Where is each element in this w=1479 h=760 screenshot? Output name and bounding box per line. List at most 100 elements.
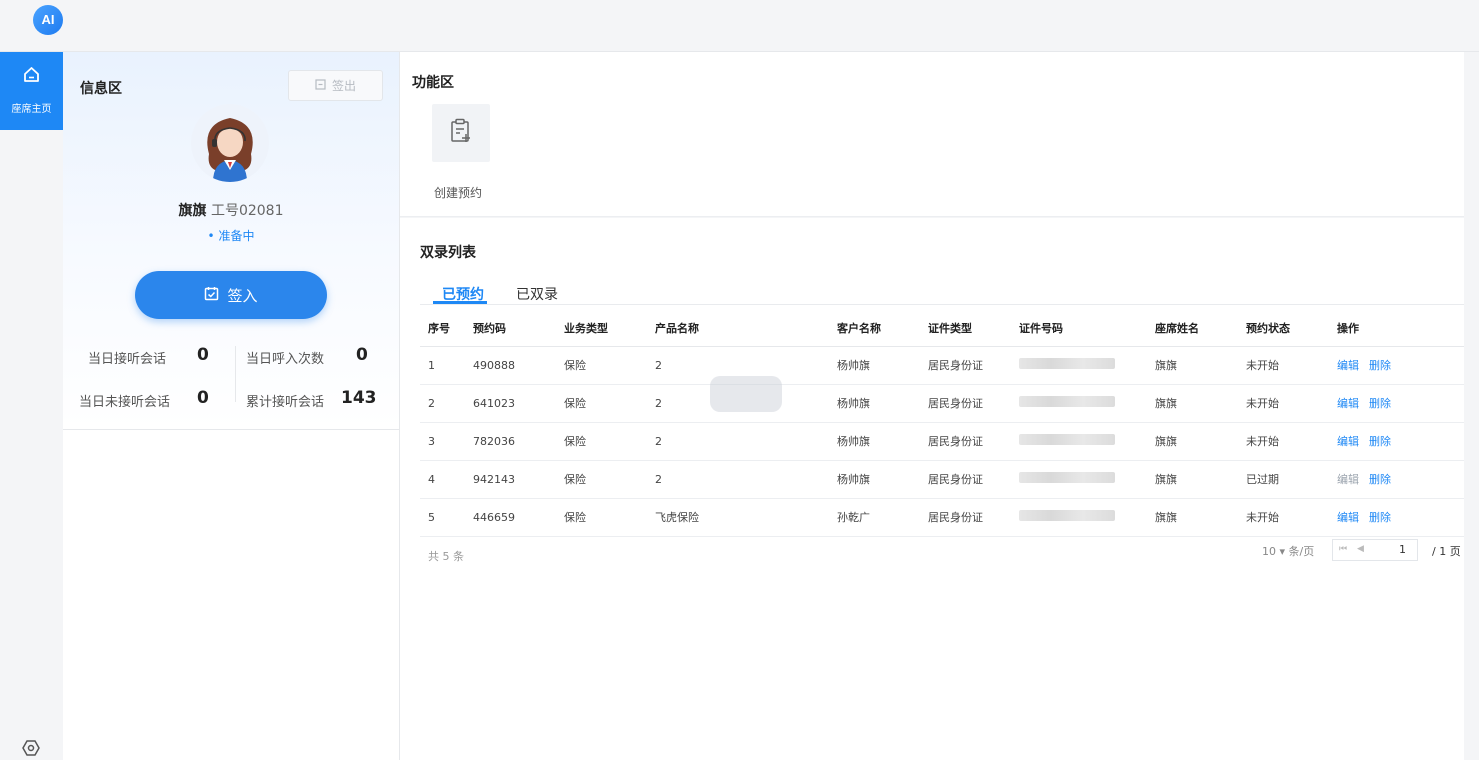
total-count: 共 5 条 [428, 550, 464, 563]
table-header: 序号 预约码 业务类型 产品名称 客户名称 证件类型 证件号码 座席姓名 预约状… [420, 311, 1464, 347]
table-cell: 旗旗 [1147, 422, 1238, 461]
edit-link[interactable]: 编辑 [1337, 511, 1359, 524]
redacted-id-number [1019, 396, 1115, 407]
table-cell: 2 [647, 460, 829, 499]
table-row: 5 446659 保险 飞虎保险 孙乾广 居民身份证 旗旗 未开始 编辑 删除 [420, 498, 1464, 537]
agent-status: • 准备中 [207, 229, 255, 243]
edit-link: 编辑 [1337, 473, 1359, 486]
tab-recorded[interactable]: 已双录 [516, 284, 558, 304]
column-header: 证件类型 [920, 311, 1011, 347]
stat-label: 当日接听会话 [88, 352, 167, 367]
table-row: 1 490888 保险 2 杨帅旗 居民身份证 旗旗 未开始 编辑 删除 [420, 346, 1464, 385]
edit-link[interactable]: 编辑 [1337, 359, 1359, 372]
stat-label: 当日未接听会话 [79, 395, 171, 410]
stat-value: 143 [341, 388, 377, 408]
page-input[interactable]: 1 [1399, 543, 1406, 556]
column-header: 业务类型 [556, 311, 647, 347]
table-cell: 5 [420, 498, 465, 537]
table-cell: 942143 [465, 460, 556, 499]
table-cell: 保险 [556, 422, 647, 461]
function-title: 功能区 [412, 75, 454, 91]
id-number-cell [1011, 384, 1147, 423]
edit-link[interactable]: 编辑 [1337, 435, 1359, 448]
id-number-cell [1011, 498, 1147, 537]
settings-icon[interactable] [22, 740, 40, 760]
signin-button[interactable]: 签入 [135, 271, 327, 319]
table-row: 2 641023 保险 2 杨帅旗 居民身份证 旗旗 未开始 编辑 删除 [420, 384, 1464, 423]
id-number-cell [1011, 346, 1147, 385]
table-cell: 杨帅旗 [829, 346, 920, 385]
column-header: 预约状态 [1238, 311, 1329, 347]
actions-cell: 编辑 删除 [1329, 346, 1464, 385]
table-cell: 446659 [465, 498, 556, 537]
pager-nav: ⏮ ◀ 1 [1332, 539, 1418, 561]
app-logo: AI [33, 5, 63, 35]
table-cell: 未开始 [1238, 384, 1329, 423]
delete-link[interactable]: 删除 [1369, 473, 1391, 486]
function-panel: 功能区 创建预约 [400, 52, 1464, 217]
table-cell: 旗旗 [1147, 346, 1238, 385]
table-cell: 旗旗 [1147, 498, 1238, 537]
table-cell: 孙乾广 [829, 498, 920, 537]
table-cell: 已过期 [1238, 460, 1329, 499]
prev-page-icon[interactable]: ◀ [1357, 544, 1364, 554]
stat-value: 0 [197, 388, 209, 408]
actions-cell: 编辑 删除 [1329, 498, 1464, 537]
stat-label: 当日呼入次数 [246, 352, 325, 367]
create-appointment-button[interactable] [432, 104, 490, 162]
delete-link[interactable]: 删除 [1369, 435, 1391, 448]
redacted-id-number [1019, 472, 1115, 483]
table-cell: 保险 [556, 460, 647, 499]
redacted-id-number [1019, 358, 1115, 369]
top-bar: AI [0, 0, 1479, 52]
column-header: 证件号码 [1011, 311, 1147, 347]
agent-name: 旗旗 [178, 203, 207, 219]
floating-overlay [710, 376, 782, 412]
first-page-icon[interactable]: ⏮ [1339, 544, 1347, 554]
nav-item-home[interactable]: 座席主页 [0, 52, 63, 130]
table-cell: 未开始 [1238, 498, 1329, 537]
redacted-id-number [1019, 510, 1115, 521]
agent-card: 信息区 签出 旗旗 工号02081 • 准备中 签入 当日接听会话 0 当日呼入… [63, 52, 399, 430]
delete-link[interactable]: 删除 [1369, 397, 1391, 410]
table-cell: 4 [420, 460, 465, 499]
stat-label: 累计接听会话 [246, 395, 325, 410]
signout-icon [315, 78, 326, 93]
column-header: 预约码 [465, 311, 556, 347]
table-cell: 1 [420, 346, 465, 385]
page-total: / 1 页 [1432, 545, 1461, 558]
column-header: 序号 [420, 311, 465, 347]
table-cell: 杨帅旗 [829, 422, 920, 461]
table-cell: 居民身份证 [920, 384, 1011, 423]
table-cell: 居民身份证 [920, 346, 1011, 385]
table-cell: 飞虎保险 [647, 498, 829, 537]
home-icon [23, 66, 40, 87]
signout-button[interactable]: 签出 [288, 70, 383, 101]
table-cell: 旗旗 [1147, 384, 1238, 423]
column-header: 操作 [1329, 311, 1464, 347]
id-number-cell [1011, 460, 1147, 499]
signin-icon [204, 286, 219, 305]
signout-label: 签出 [331, 79, 356, 93]
table-row: 3 782036 保险 2 杨帅旗 居民身份证 旗旗 未开始 编辑 删除 [420, 422, 1464, 461]
table-cell: 3 [420, 422, 465, 461]
info-title: 信息区 [80, 81, 122, 97]
divider [235, 346, 236, 402]
delete-link[interactable]: 删除 [1369, 511, 1391, 524]
record-table: 序号 预约码 业务类型 产品名称 客户名称 证件类型 证件号码 座席姓名 预约状… [420, 311, 1464, 537]
delete-link[interactable]: 删除 [1369, 359, 1391, 372]
create-appointment-label: 创建预约 [434, 186, 483, 200]
column-header: 产品名称 [647, 311, 829, 347]
column-header: 座席姓名 [1147, 311, 1238, 347]
table-cell: 641023 [465, 384, 556, 423]
info-panel: 信息区 签出 旗旗 工号02081 • 准备中 签入 当日接听会话 0 当日呼入… [63, 52, 400, 760]
actions-cell: 编辑 删除 [1329, 460, 1464, 499]
divider [420, 304, 1464, 305]
edit-link[interactable]: 编辑 [1337, 397, 1359, 410]
avatar [191, 104, 269, 182]
page-size-select[interactable]: 10 ▾ 条/页 [1262, 543, 1314, 559]
table-cell: 490888 [465, 346, 556, 385]
redacted-id-number [1019, 434, 1115, 445]
table-cell: 居民身份证 [920, 498, 1011, 537]
table-cell: 2 [647, 422, 829, 461]
